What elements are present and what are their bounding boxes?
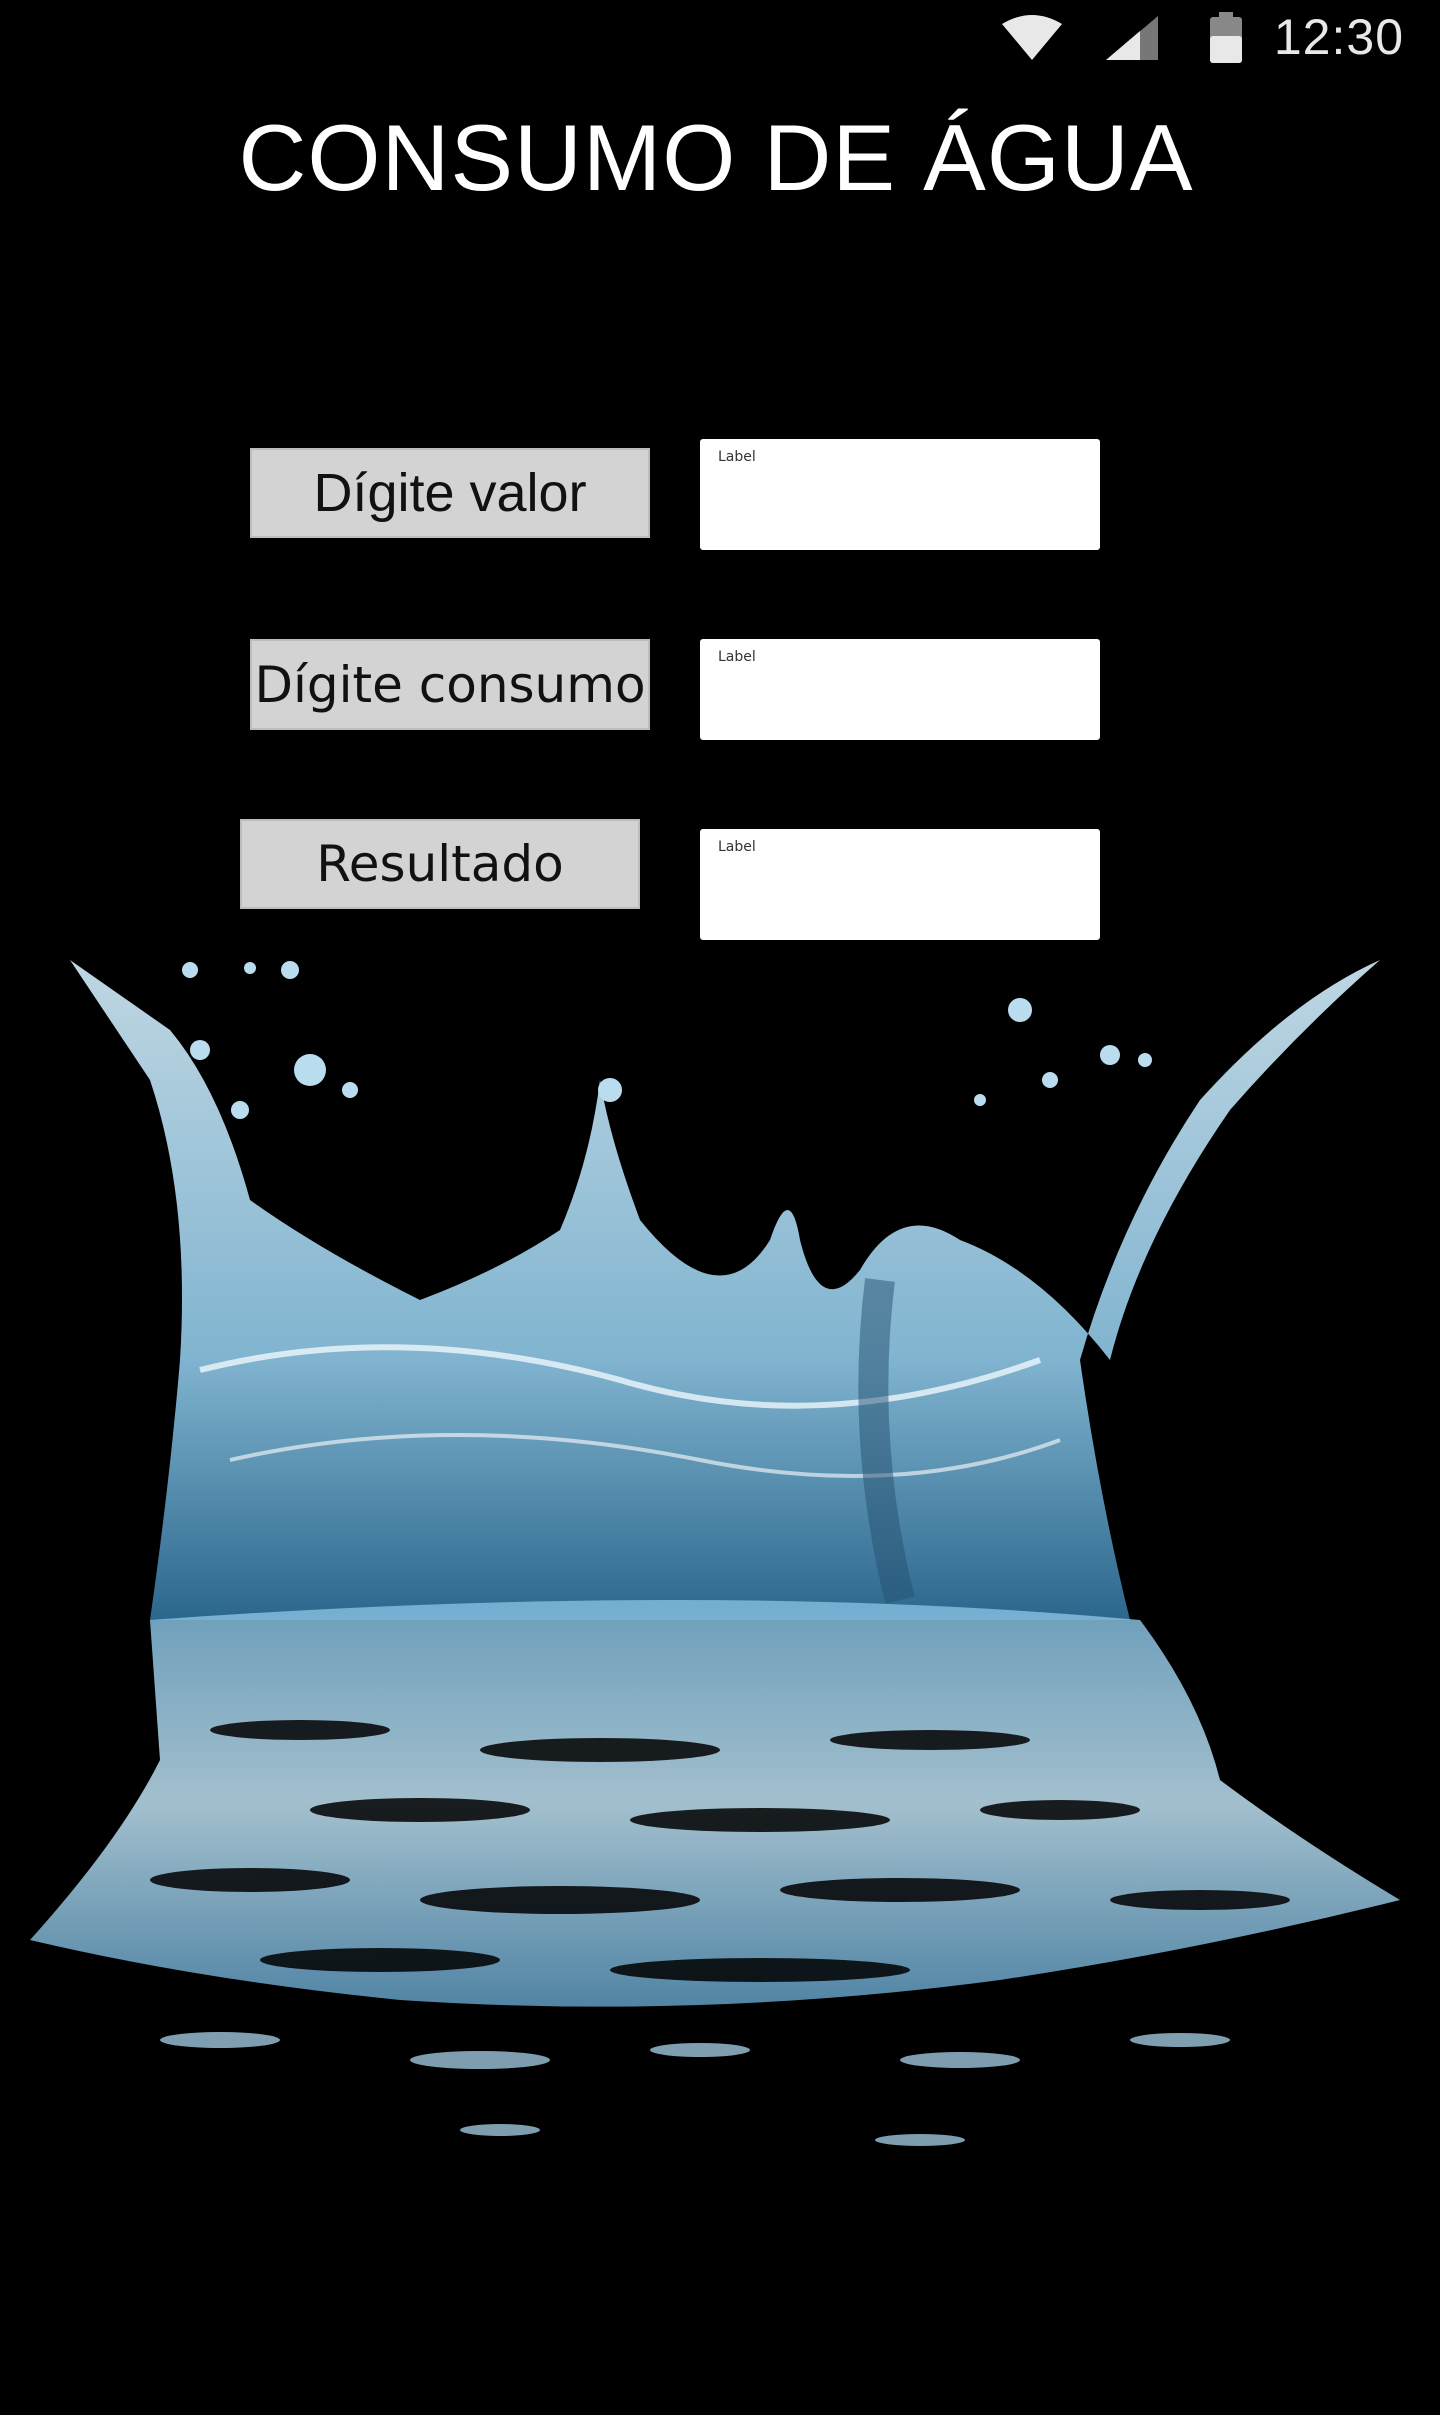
resultado-button[interactable]: Resultado — [240, 819, 640, 909]
resultado-field-label: Label — [718, 839, 756, 855]
page-title: CONSUMO DE ÁGUA — [238, 105, 1194, 210]
battery-icon — [1210, 12, 1242, 63]
valor-field-label: Label — [718, 449, 756, 465]
consumo-field[interactable]: Label — [700, 639, 1100, 740]
consumo-field-label: Label — [718, 649, 756, 665]
clock: 12:30 — [1273, 9, 1404, 65]
resultado-field[interactable]: Label — [700, 829, 1100, 940]
valor-field[interactable]: Label — [700, 439, 1100, 550]
water-splash-image — [30, 960, 1400, 2146]
digite-valor-button[interactable]: Dígite valor — [250, 448, 650, 538]
status-bar: 12:30 — [0, 0, 1440, 80]
signal-icon — [1106, 16, 1158, 60]
digite-consumo-button[interactable]: Dígite consumo — [250, 639, 650, 730]
wifi-icon — [1002, 15, 1062, 60]
